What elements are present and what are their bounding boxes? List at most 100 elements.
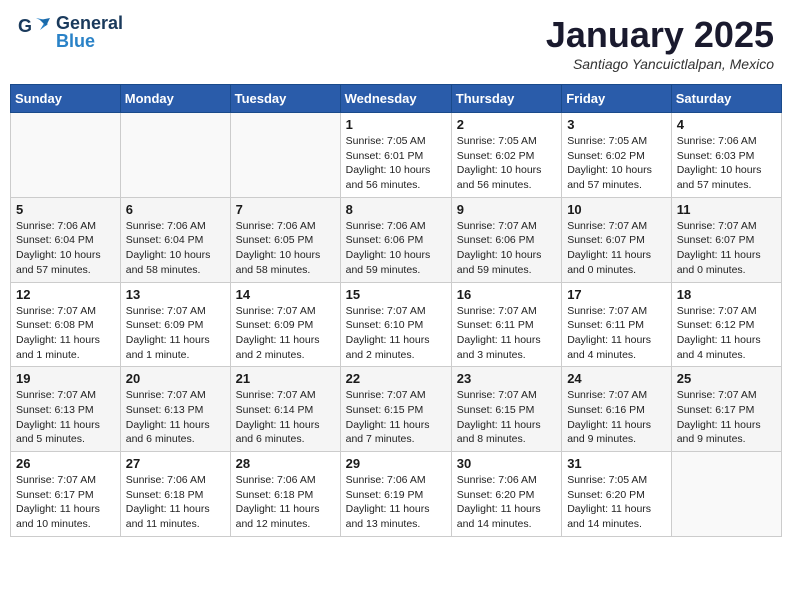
calendar-cell: 15 Sunrise: 7:07 AMSunset: 6:10 PMDayligh…: [340, 282, 451, 367]
day-number: 16: [457, 287, 556, 302]
day-number: 6: [126, 202, 225, 217]
day-info: Sunrise: 7:07 AMSunset: 6:14 PMDaylight:…: [236, 388, 335, 447]
week-row-1: 1 Sunrise: 7:05 AMSunset: 6:01 PMDaylight…: [11, 113, 782, 198]
day-info: Sunrise: 7:05 AMSunset: 6:02 PMDaylight:…: [457, 134, 556, 193]
weekday-header-row: Sunday Monday Tuesday Wednesday Thursday…: [11, 85, 782, 113]
calendar-cell: 24 Sunrise: 7:07 AMSunset: 6:16 PMDayligh…: [562, 367, 672, 452]
calendar-cell: 6Sunrise: 7:06 AMSunset: 6:04 PMDaylight…: [120, 197, 230, 282]
day-info: Sunrise: 7:07 AMSunset: 6:09 PMDaylight:…: [236, 304, 335, 363]
day-info: Sunrise: 7:06 AMSunset: 6:05 PMDaylight:…: [236, 219, 335, 278]
day-info: Sunrise: 7:07 AMSunset: 6:17 PMDaylight:…: [677, 388, 776, 447]
calendar-cell: 31 Sunrise: 7:05 AMSunset: 6:20 PMDayligh…: [562, 452, 672, 537]
calendar-cell: 9 Sunrise: 7:07 AMSunset: 6:06 PMDaylight…: [451, 197, 561, 282]
header-tuesday: Tuesday: [230, 85, 340, 113]
calendar-cell: 8Sunrise: 7:06 AMSunset: 6:06 PMDaylight…: [340, 197, 451, 282]
calendar-cell: 20Sunrise: 7:07 AMSunset: 6:13 PMDayligh…: [120, 367, 230, 452]
header-monday: Monday: [120, 85, 230, 113]
calendar-cell: 16 Sunrise: 7:07 AMSunset: 6:11 PMDayligh…: [451, 282, 561, 367]
day-info: Sunrise: 7:06 AMSunset: 6:18 PMDaylight:…: [236, 473, 335, 532]
day-info: Sunrise: 7:07 AMSunset: 6:12 PMDaylight:…: [677, 304, 776, 363]
calendar-cell: 25 Sunrise: 7:07 AMSunset: 6:17 PMDayligh…: [671, 367, 781, 452]
header-friday: Friday: [562, 85, 672, 113]
day-info: Sunrise: 7:06 AMSunset: 6:20 PMDaylight:…: [457, 473, 556, 532]
day-number: 9: [457, 202, 556, 217]
day-number: 5: [16, 202, 115, 217]
calendar-cell: 30Sunrise: 7:06 AMSunset: 6:20 PMDayligh…: [451, 452, 561, 537]
week-row-5: 26 Sunrise: 7:07 AMSunset: 6:17 PMDayligh…: [11, 452, 782, 537]
month-title: January 2025: [546, 14, 774, 56]
day-info: Sunrise: 7:06 AMSunset: 6:04 PMDaylight:…: [16, 219, 115, 278]
day-number: 7: [236, 202, 335, 217]
week-row-2: 5 Sunrise: 7:06 AMSunset: 6:04 PMDaylight…: [11, 197, 782, 282]
day-info: Sunrise: 7:07 AMSunset: 6:08 PMDaylight:…: [16, 304, 115, 363]
day-number: 31: [567, 456, 666, 471]
calendar-cell: 13 Sunrise: 7:07 AMSunset: 6:09 PMDayligh…: [120, 282, 230, 367]
day-info: Sunrise: 7:07 AMSunset: 6:16 PMDaylight:…: [567, 388, 666, 447]
day-info: Sunrise: 7:07 AMSunset: 6:07 PMDaylight:…: [567, 219, 666, 278]
calendar-cell: 3 Sunrise: 7:05 AMSunset: 6:02 PMDaylight…: [562, 113, 672, 198]
calendar-cell: [230, 113, 340, 198]
calendar-cell: 1 Sunrise: 7:05 AMSunset: 6:01 PMDaylight…: [340, 113, 451, 198]
calendar-cell: 5 Sunrise: 7:06 AMSunset: 6:04 PMDaylight…: [11, 197, 121, 282]
calendar-cell: 22 Sunrise: 7:07 AMSunset: 6:15 PMDayligh…: [340, 367, 451, 452]
calendar-cell: 14 Sunrise: 7:07 AMSunset: 6:09 PMDayligh…: [230, 282, 340, 367]
day-number: 21: [236, 371, 335, 386]
day-number: 24: [567, 371, 666, 386]
day-number: 3: [567, 117, 666, 132]
header-saturday: Saturday: [671, 85, 781, 113]
calendar-cell: [11, 113, 121, 198]
day-info: Sunrise: 7:05 AMSunset: 6:01 PMDaylight:…: [346, 134, 446, 193]
day-info: Sunrise: 7:07 AMSunset: 6:06 PMDaylight:…: [457, 219, 556, 278]
calendar-cell: 17Sunrise: 7:07 AMSunset: 6:11 PMDayligh…: [562, 282, 672, 367]
week-row-3: 12 Sunrise: 7:07 AMSunset: 6:08 PMDayligh…: [11, 282, 782, 367]
day-number: 29: [346, 456, 446, 471]
svg-text:G: G: [18, 16, 32, 36]
day-info: Sunrise: 7:07 AMSunset: 6:11 PMDaylight:…: [567, 304, 666, 363]
day-info: Sunrise: 7:05 AMSunset: 6:20 PMDaylight:…: [567, 473, 666, 532]
day-number: 12: [16, 287, 115, 302]
day-info: Sunrise: 7:05 AMSunset: 6:02 PMDaylight:…: [567, 134, 666, 193]
header-wednesday: Wednesday: [340, 85, 451, 113]
day-number: 4: [677, 117, 776, 132]
day-info: Sunrise: 7:07 AMSunset: 6:17 PMDaylight:…: [16, 473, 115, 532]
header-sunday: Sunday: [11, 85, 121, 113]
page-header: G General Blue January 2025 Santiago Yan…: [10, 10, 782, 76]
day-number: 25: [677, 371, 776, 386]
day-number: 18: [677, 287, 776, 302]
day-info: Sunrise: 7:07 AMSunset: 6:13 PMDaylight:…: [16, 388, 115, 447]
day-info: Sunrise: 7:07 AMSunset: 6:09 PMDaylight:…: [126, 304, 225, 363]
day-info: Sunrise: 7:07 AMSunset: 6:11 PMDaylight:…: [457, 304, 556, 363]
logo-icon: G: [18, 16, 50, 44]
day-number: 23: [457, 371, 556, 386]
day-number: 14: [236, 287, 335, 302]
calendar-cell: 4Sunrise: 7:06 AMSunset: 6:03 PMDaylight…: [671, 113, 781, 198]
day-number: 26: [16, 456, 115, 471]
day-number: 15: [346, 287, 446, 302]
calendar-cell: [120, 113, 230, 198]
day-number: 20: [126, 371, 225, 386]
day-number: 13: [126, 287, 225, 302]
calendar-cell: 12 Sunrise: 7:07 AMSunset: 6:08 PMDayligh…: [11, 282, 121, 367]
calendar-cell: 23Sunrise: 7:07 AMSunset: 6:15 PMDayligh…: [451, 367, 561, 452]
logo: G General Blue: [18, 14, 123, 52]
day-info: Sunrise: 7:07 AMSunset: 6:10 PMDaylight:…: [346, 304, 446, 363]
day-number: 22: [346, 371, 446, 386]
day-info: Sunrise: 7:07 AMSunset: 6:15 PMDaylight:…: [346, 388, 446, 447]
title-block: January 2025 Santiago Yancuictlalpan, Me…: [546, 14, 774, 72]
day-number: 28: [236, 456, 335, 471]
day-info: Sunrise: 7:07 AMSunset: 6:07 PMDaylight:…: [677, 219, 776, 278]
day-info: Sunrise: 7:06 AMSunset: 6:18 PMDaylight:…: [126, 473, 225, 532]
calendar-cell: 27 Sunrise: 7:06 AMSunset: 6:18 PMDayligh…: [120, 452, 230, 537]
day-number: 1: [346, 117, 446, 132]
calendar-cell: 21 Sunrise: 7:07 AMSunset: 6:14 PMDayligh…: [230, 367, 340, 452]
location: Santiago Yancuictlalpan, Mexico: [546, 56, 774, 72]
calendar-cell: [671, 452, 781, 537]
header-thursday: Thursday: [451, 85, 561, 113]
day-info: Sunrise: 7:06 AMSunset: 6:19 PMDaylight:…: [346, 473, 446, 532]
day-number: 19: [16, 371, 115, 386]
calendar-cell: 26 Sunrise: 7:07 AMSunset: 6:17 PMDayligh…: [11, 452, 121, 537]
day-info: Sunrise: 7:06 AMSunset: 6:06 PMDaylight:…: [346, 219, 446, 278]
calendar-cell: 10Sunrise: 7:07 AMSunset: 6:07 PMDayligh…: [562, 197, 672, 282]
day-number: 27: [126, 456, 225, 471]
logo-blue: Blue: [56, 32, 123, 52]
